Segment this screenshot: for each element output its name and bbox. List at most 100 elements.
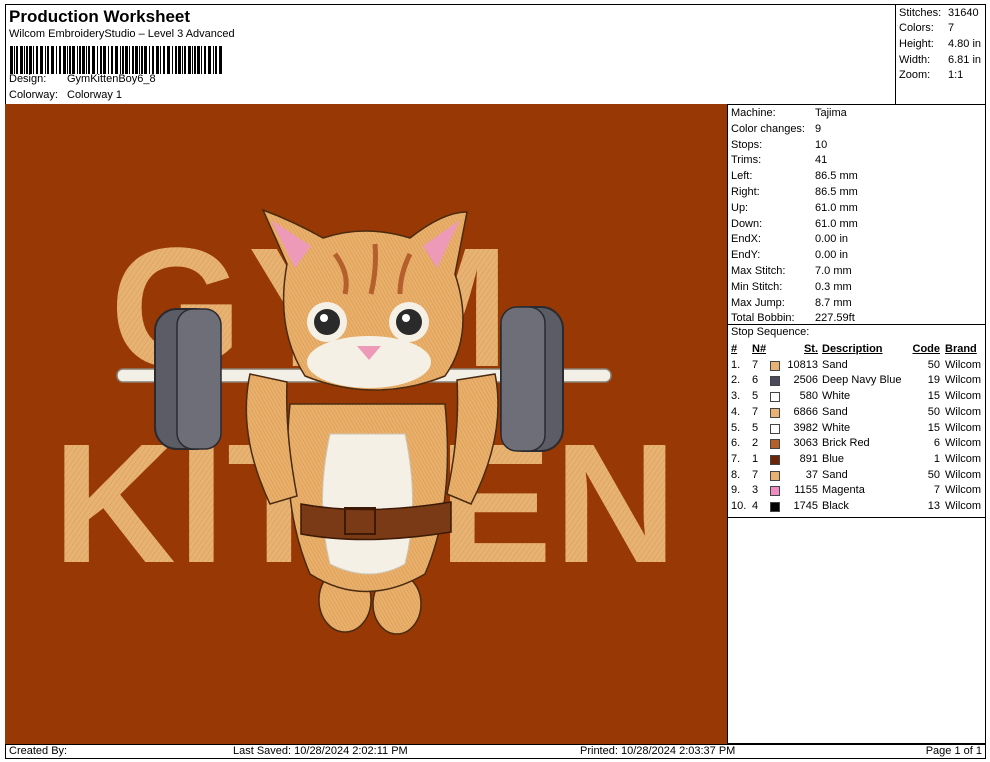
info-row: Right: 86.5 mm: [731, 185, 858, 199]
software-subtitle: Wilcom EmbroideryStudio – Level 3 Advanc…: [9, 28, 235, 40]
divider: [728, 517, 986, 518]
color-swatch: [770, 439, 780, 450]
row-stitches: 1155: [794, 484, 818, 497]
barcode: [10, 46, 222, 74]
info-label: Trims:: [731, 154, 762, 167]
info-label: Down:: [731, 217, 763, 230]
info-value: 86.5 mm: [815, 186, 858, 198]
row-stitches: 580: [799, 390, 818, 403]
row-stitches: 2506: [793, 374, 818, 387]
info-label: Machine:: [731, 107, 776, 119]
row-needle: 6: [752, 374, 759, 387]
row-num: 3.: [731, 390, 741, 403]
design-row: Design: GymKittenBoy6_8: [9, 73, 156, 85]
info-label: Max Jump:: [731, 296, 785, 309]
row-code: 6: [933, 437, 940, 450]
table-row: 1. 7 10813 Sand 50 Wilcom: [728, 358, 986, 374]
row-description: Sand: [822, 405, 848, 418]
row-description: Magenta: [822, 484, 865, 497]
row-brand: Wilcom: [945, 484, 982, 497]
colorway-label: Colorway:: [9, 89, 58, 101]
row-brand: Wilcom: [945, 405, 982, 418]
row-num: 9.: [731, 484, 741, 497]
row-code: 50: [927, 358, 940, 371]
info-label: Max Stitch:: [731, 265, 786, 277]
info-label: EndY:: [731, 249, 761, 262]
row-needle: 1: [752, 452, 759, 465]
created-by: Created By:: [9, 745, 68, 757]
last-saved: Last Saved: 10/28/2024 2:02:11 PM: [233, 745, 408, 757]
row-needle: 7: [752, 468, 759, 481]
page-number: Page 1 of 1: [925, 745, 982, 757]
row-stitches: 10813: [787, 358, 818, 371]
info-value: 61.0 mm: [815, 201, 858, 214]
info-row: EndY: 0.00 in: [731, 248, 848, 262]
table-row: 4. 7 6866 Sand 50 Wilcom: [728, 405, 986, 421]
row-description: Blue: [822, 452, 845, 465]
design-name: GymKittenBoy6_8: [67, 73, 156, 85]
row-num: 2.: [731, 374, 741, 387]
row-num: 10.: [731, 500, 747, 512]
info-row: EndX: 0.00 in: [731, 232, 848, 246]
table-row: 8. 7 37 Sand 50 Wilcom: [728, 468, 986, 484]
info-row: Max Jump: 8.7 mm: [731, 296, 852, 310]
row-code: 50: [927, 405, 940, 418]
info-label: Left:: [731, 170, 753, 183]
info-row: Machine: Tajima: [731, 106, 847, 120]
row-code: 15: [927, 421, 940, 434]
zoom-value: 1:1: [948, 69, 964, 81]
stop-sequence-header: # N# St. Description Code Brand: [728, 342, 986, 358]
info-row: Stops: 10: [731, 138, 827, 152]
height-value: 4.80 in: [948, 38, 982, 50]
design-preview: GYM KITTEN: [5, 104, 727, 744]
table-row: 7. 1 891 Blue 1 Wilcom: [728, 452, 986, 468]
row-stitches: 891: [799, 452, 818, 465]
row-needle: 7: [752, 405, 759, 418]
header-stitches: St.: [803, 343, 818, 355]
row-code: 15: [927, 390, 940, 403]
header-code: Code: [912, 343, 941, 355]
row-description: White: [822, 390, 851, 403]
info-label: Right:: [731, 186, 760, 198]
colors-value: 7: [948, 22, 955, 34]
table-row: 6. 2 3063 Brick Red 6 Wilcom: [728, 436, 986, 452]
info-row: Max Stitch: 7.0 mm: [731, 264, 852, 278]
row-num: 5.: [731, 421, 741, 434]
info-value: 8.7 mm: [815, 296, 852, 309]
info-label: Color changes:: [731, 122, 805, 135]
row-brand: Wilcom: [945, 374, 982, 387]
info-value: 9: [815, 122, 822, 135]
row-brand: Wilcom: [945, 358, 982, 371]
row-needle: 3: [752, 484, 759, 497]
stat-height: Height: 4.80 in: [899, 38, 981, 50]
row-brand: Wilcom: [945, 468, 982, 481]
row-brand: Wilcom: [945, 437, 982, 450]
row-code: 1: [933, 452, 940, 465]
table-row: 3. 5 580 White 15 Wilcom: [728, 389, 986, 405]
stop-sequence-title: Stop Sequence:: [731, 326, 810, 338]
colorway-name: Colorway 1: [67, 89, 123, 101]
info-label: Stops:: [731, 138, 763, 151]
info-value: 0.00 in: [815, 233, 849, 246]
header-num: #: [731, 343, 738, 355]
stats-box: Stitches: 31640 Colors: 7 Height: 4.80 in W…: [895, 4, 986, 105]
header-brand: Brand: [945, 343, 977, 355]
info-value: 227.59ft: [815, 312, 855, 325]
row-num: 4.: [731, 405, 741, 418]
row-description: Sand: [822, 468, 848, 481]
stat-zoom: Zoom: 1:1: [899, 69, 963, 81]
info-row: Trims: 41: [731, 153, 827, 167]
colors-label: Colors:: [899, 22, 934, 34]
design-label: Design:: [9, 73, 47, 85]
colorway-row: Colorway: Colorway 1: [9, 89, 122, 101]
row-description: Deep Navy Blue: [822, 374, 902, 387]
row-stitches: 37: [805, 468, 818, 481]
worksheet-title: Production Worksheet: [9, 7, 191, 26]
row-num: 6.: [731, 437, 741, 450]
color-swatch: [770, 470, 780, 481]
color-swatch: [770, 454, 780, 465]
stat-colors: Colors: 7: [899, 22, 954, 34]
row-code: 7: [933, 484, 940, 497]
info-value: Tajima: [815, 107, 847, 119]
row-stitches: 1745: [793, 500, 818, 512]
